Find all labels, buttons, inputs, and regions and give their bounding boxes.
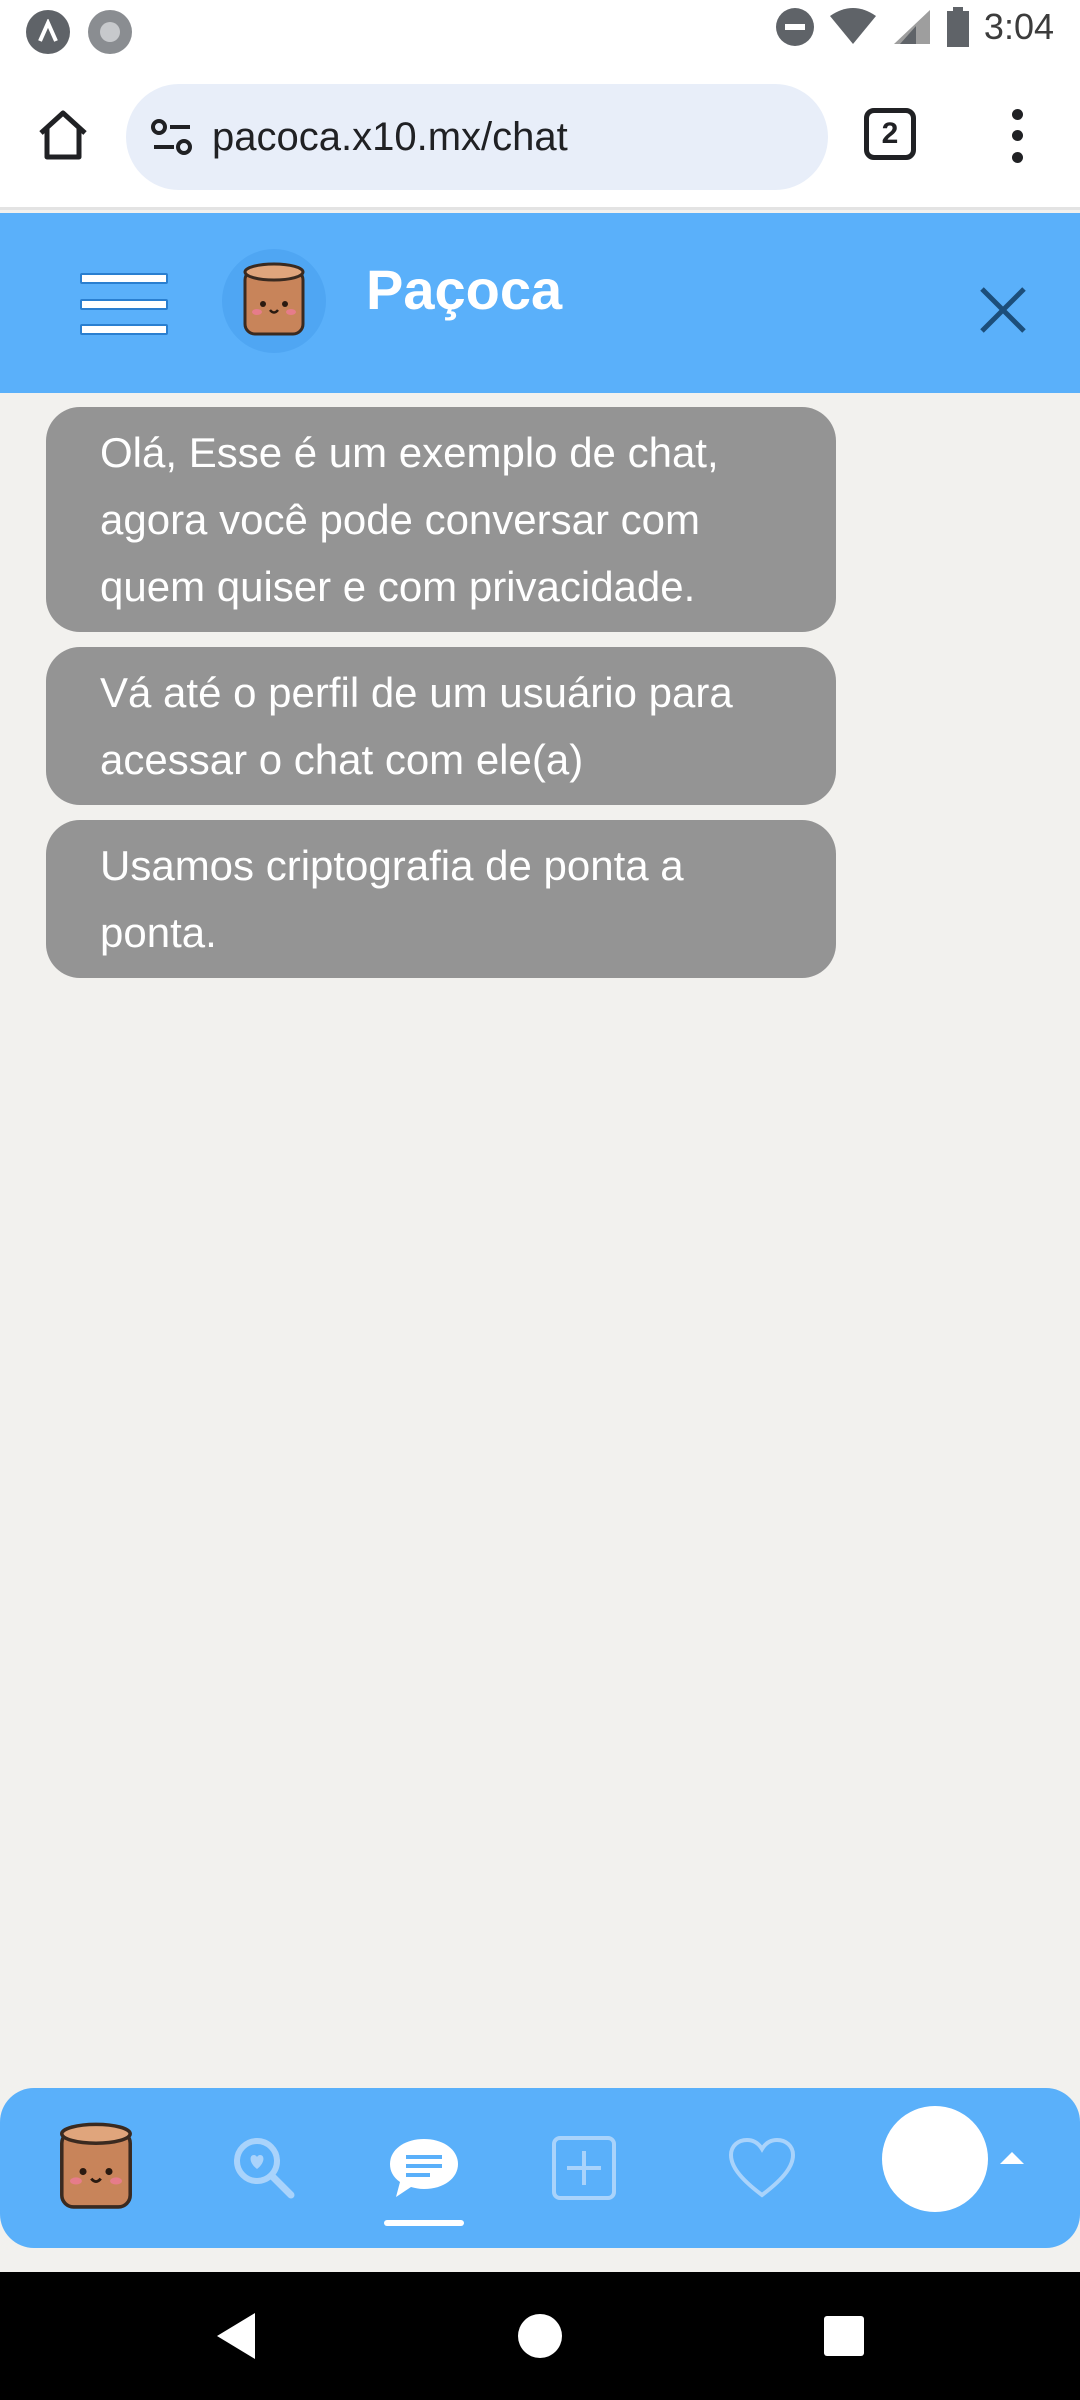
app-notification-icon xyxy=(26,10,70,54)
tabs-icon[interactable]: 2 xyxy=(864,108,916,160)
close-icon[interactable] xyxy=(972,279,1034,341)
message-line: Usamos criptografia de ponta a xyxy=(100,842,684,889)
home-icon[interactable] xyxy=(30,102,96,168)
app-title: Paçoca xyxy=(366,258,563,321)
favorites-icon[interactable] xyxy=(712,2118,812,2218)
message-line: Olá, Esse é um exemplo de chat, xyxy=(100,429,719,476)
chat-message: Usamos criptografia de ponta a ponta. xyxy=(46,820,836,978)
back-icon[interactable] xyxy=(200,2300,272,2372)
system-nav xyxy=(0,2272,1080,2400)
address-bar[interactable]: pacoca.x10.mx/chat xyxy=(126,84,828,190)
home-logo[interactable] xyxy=(46,2118,146,2218)
battery-icon xyxy=(946,7,969,47)
url-text: pacoca.x10.mx/chat xyxy=(212,114,568,159)
browser-toolbar: pacoca.x10.mx/chat 2 xyxy=(0,62,1080,210)
signal-icon xyxy=(893,10,930,44)
site-settings-icon[interactable] xyxy=(146,111,198,163)
app-header: Paçoca xyxy=(0,213,1080,393)
more-menu-icon[interactable] xyxy=(992,104,1042,168)
chat-message: Olá, Esse é um exemplo de chat, agora vo… xyxy=(46,407,836,632)
pacoca-logo[interactable] xyxy=(222,249,326,353)
message-line: ponta. xyxy=(100,909,217,956)
message-line: agora você pode conversar com xyxy=(100,496,700,543)
recents-icon[interactable] xyxy=(808,2300,880,2372)
message-line: quem quiser e com privacidade. xyxy=(100,563,696,610)
menu-icon[interactable] xyxy=(80,273,168,335)
record-icon xyxy=(88,10,132,54)
wifi-icon xyxy=(829,8,876,44)
tab-count: 2 xyxy=(881,117,899,150)
search-icon[interactable] xyxy=(214,2118,314,2218)
do-not-disturb-icon xyxy=(775,8,814,46)
bottom-nav xyxy=(0,2088,1080,2248)
add-post-icon[interactable] xyxy=(534,2118,634,2218)
status-bar: 3:04 xyxy=(0,0,1080,62)
profile-avatar[interactable] xyxy=(882,2106,988,2212)
status-time: 3:04 xyxy=(983,6,1054,47)
message-line: acessar o chat com ele(a) xyxy=(100,736,584,783)
message-line: Vá até o perfil de um usuário para xyxy=(100,669,733,716)
home-circle-icon[interactable] xyxy=(504,2300,576,2372)
active-tab-indicator xyxy=(384,2220,464,2226)
chat-message: Vá até o perfil de um usuário para acess… xyxy=(46,647,836,805)
chat-icon[interactable] xyxy=(374,2118,474,2218)
chevron-up-icon[interactable] xyxy=(1000,2152,1024,2164)
